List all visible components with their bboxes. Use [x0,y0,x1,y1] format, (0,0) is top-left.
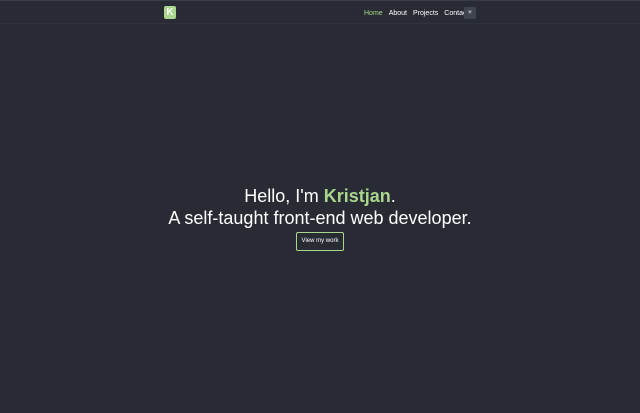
view-my-work-button[interactable]: View my work [296,232,344,251]
greeting-suffix: . [390,186,396,206]
page: K Home About Projects Contact ☀ Hello, I… [0,0,640,413]
nav-link-home[interactable]: Home [364,10,383,17]
nav-link-projects[interactable]: Projects [413,10,438,17]
greeting-prefix: Hello, I'm [244,186,324,206]
logo[interactable]: K [164,6,176,19]
hero-tagline: A self-taught front-end web developer. [168,208,472,228]
nav-links: Home About Projects Contact [364,1,474,25]
hero: Hello, I'm Kristjan. A self-taught front… [0,185,640,251]
navbar: K Home About Projects Contact ☀ [0,0,640,24]
logo-letter: K [166,7,174,18]
hero-greeting: Hello, I'm Kristjan. [0,185,640,207]
hero-name: Kristjan [323,186,391,206]
theme-toggle-button[interactable]: ☀ [464,7,476,19]
nav-link-about[interactable]: About [389,10,407,17]
sun-icon: ☀ [467,10,473,16]
